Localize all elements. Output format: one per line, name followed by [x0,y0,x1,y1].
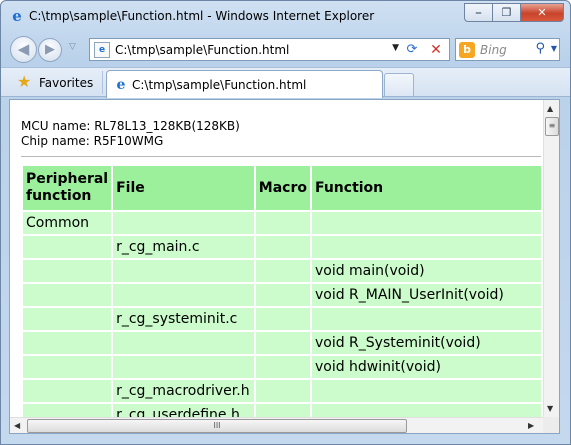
table-cell [23,404,112,417]
table-cell [23,380,112,402]
back-button[interactable]: ◀ [10,36,37,63]
star-icon: ★ [17,72,32,91]
address-dropdown-icon[interactable]: ▼ [392,43,399,53]
table-cell [255,260,310,282]
table-cell [255,380,310,402]
table-cell [255,356,310,378]
content-viewport: MCU name: RL78L13_128KB(128KB) Chip name… [9,99,560,434]
table-cell [113,260,254,282]
navigation-bar: ◀ ▶ ▽ e C:\tmp\sample\Function.html ▼ ⟳ … [1,32,570,66]
new-tab-button[interactable] [384,73,414,96]
table-row: void R_MAIN_UserInit(void) [23,284,541,306]
close-button[interactable]: ✕ [520,3,564,22]
table-cell: r_cg_main.c [113,236,254,258]
table-cell [23,236,112,258]
table-cell [113,284,254,306]
address-input[interactable]: C:\tmp\sample\Function.html [115,43,289,57]
favorites-bar: ★ Favorites e C:\tmp\sample\Function.htm… [1,67,570,98]
table-row: Common [23,212,541,234]
ie-tab-icon: e [116,77,126,93]
table-cell [23,284,112,306]
mcu-name: MCU name: RL78L13_128KB(128KB) [21,119,240,133]
table-cell [311,380,541,402]
ie-app-icon: e [12,7,22,25]
page-body: MCU name: RL78L13_128KB(128KB) Chip name… [10,100,543,417]
scroll-down-icon[interactable]: ▼ [547,404,553,413]
table-cell [255,404,310,417]
table-cell [23,308,112,330]
scroll-up-icon[interactable]: ▲ [547,104,553,113]
table-cell: r_cg_userdefine.h [113,404,254,417]
ie-window: e C:\tmp\sample\Function.html - Windows … [0,0,571,445]
favorites-label: Favorites [39,76,94,90]
window-title: C:\tmp\sample\Function.html - Windows In… [29,9,375,23]
title-bar: e C:\tmp\sample\Function.html - Windows … [1,1,570,31]
table-cell [23,332,112,354]
favorites-button[interactable]: ★ Favorites [7,71,103,94]
tab-function-html[interactable]: e C:\tmp\sample\Function.html [106,70,383,98]
table-cell [255,236,310,258]
header-file: File [113,166,254,210]
table-cell [311,404,541,417]
maximize-button[interactable]: ❐ [492,3,520,22]
minimize-button[interactable]: ⎯ [464,3,492,22]
divider [21,156,541,157]
chip-info: MCU name: RL78L13_128KB(128KB) Chip name… [21,119,240,149]
table-cell [113,212,254,234]
table-cell [311,212,541,234]
table-row: void hdwinit(void) [23,356,541,378]
table-cell [255,332,310,354]
chip-name: Chip name: R5F10WMG [21,134,164,148]
table-cell: void R_Systeminit(void) [311,332,541,354]
address-bar[interactable]: e C:\tmp\sample\Function.html ▼ ⟳ ✕ [89,38,450,61]
table-cell: r_cg_macrodriver.h [113,380,254,402]
table-row: r_cg_systeminit.c [23,308,541,330]
window-controls: ⎯ ❐ ✕ [464,3,564,23]
header-peripheral-function: Peripheral function [23,166,112,210]
table-cell [23,260,112,282]
page-icon: e [94,42,110,58]
table-cell: Common [23,212,112,234]
horizontal-scroll-thumb[interactable]: III [27,419,407,433]
search-input[interactable]: Bing [480,43,507,57]
table-cell [23,356,112,378]
table-cell: void main(void) [311,260,541,282]
vertical-scrollbar[interactable]: ▲ ≡ ▼ [543,100,559,417]
header-macro: Macro [255,166,310,210]
search-box[interactable]: b Bing ⚲ ▼ [455,38,560,61]
tab-label: C:\tmp\sample\Function.html [132,78,307,92]
refresh-icon[interactable]: ⟳ [403,41,421,59]
scrollbar-corner [543,417,559,433]
horizontal-scrollbar[interactable]: ◀ III ▶ [10,417,543,433]
recent-pages-dropdown[interactable]: ▽ [69,42,76,52]
table-cell: r_cg_systeminit.c [113,308,254,330]
search-options-icon[interactable]: ▼ [551,44,557,53]
table-cell [255,212,310,234]
table-cell [113,356,254,378]
search-icon[interactable]: ⚲ [535,41,545,56]
stop-icon[interactable]: ✕ [427,41,445,59]
scroll-right-icon[interactable]: ▶ [528,421,534,430]
vertical-scroll-thumb[interactable]: ≡ [545,117,559,136]
scroll-left-icon[interactable]: ◀ [14,421,20,430]
table-cell: void R_MAIN_UserInit(void) [311,284,541,306]
table-cell [113,332,254,354]
table-header-row: Peripheral function File Macro Function [23,166,541,210]
table-cell [311,308,541,330]
table-row: void main(void) [23,260,541,282]
table-row: r_cg_main.c [23,236,541,258]
bing-icon: b [459,42,475,58]
table-cell [255,284,310,306]
table-cell [255,308,310,330]
table-row: r_cg_userdefine.h [23,404,541,417]
header-function: Function [311,166,541,210]
table-cell [311,236,541,258]
function-table: Peripheral function File Macro Function … [21,164,543,417]
table-row: r_cg_macrodriver.h [23,380,541,402]
forward-button[interactable]: ▶ [38,38,62,62]
table-cell: void hdwinit(void) [311,356,541,378]
table-row: void R_Systeminit(void) [23,332,541,354]
